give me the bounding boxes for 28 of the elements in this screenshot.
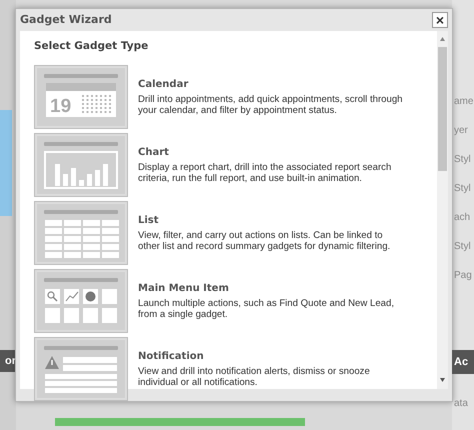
gadget-name[interactable]: Notification	[138, 349, 406, 364]
gadget-description: Launch multiple actions, such as Find Quote and New Lead, from a single gadget.	[138, 298, 395, 320]
field-label-fragment: ame	[454, 95, 474, 109]
section-heading: Select Gadget Type	[34, 39, 150, 54]
gadget-thumbnail[interactable]	[34, 200, 128, 265]
field-label-fragment: ach	[454, 211, 470, 225]
field-label-fragment: Pag	[454, 269, 472, 283]
gadget-thumbnail[interactable]	[34, 132, 128, 197]
gadget-description: View and drill into notification alerts, dismiss or snooze individual or all notifications.	[138, 366, 371, 388]
scrollbar[interactable]	[437, 31, 448, 389]
field-label-fragment: Styl	[454, 182, 471, 196]
column-header-fragment: Ac	[452, 350, 474, 374]
gadget-name[interactable]: Chart	[138, 145, 406, 160]
gadget-name[interactable]: Main Menu Item	[138, 281, 406, 296]
gadget-description: Display a report chart, drill into the associated report search criteria, run the full report, and use built-in animation.	[138, 162, 392, 184]
field-label-fragment: yer	[454, 124, 468, 138]
close-button[interactable]: ×	[432, 12, 448, 28]
gadget-thumbnail[interactable]	[34, 268, 128, 333]
dialog-title: Gadget Wizard	[20, 12, 112, 28]
field-label-fragment: Styl	[454, 153, 471, 167]
gadget-description: View, filter, and carry out actions on lists. Can be linked to other list and record summary gadgets for dynamic filtering.	[138, 230, 392, 252]
gadget-name[interactable]: Calendar	[138, 77, 406, 92]
column-header-fragment: or	[0, 350, 16, 372]
gadget-thumbnail[interactable]	[34, 336, 128, 401]
gadget-name[interactable]: List	[138, 213, 406, 228]
field-label-fragment: Styl	[454, 240, 471, 254]
gadget-description: Drill into appointments, add quick appointments, scroll through your calendar, and filter by appointment status.	[138, 94, 404, 116]
field-label-fragment: ata	[454, 397, 468, 411]
